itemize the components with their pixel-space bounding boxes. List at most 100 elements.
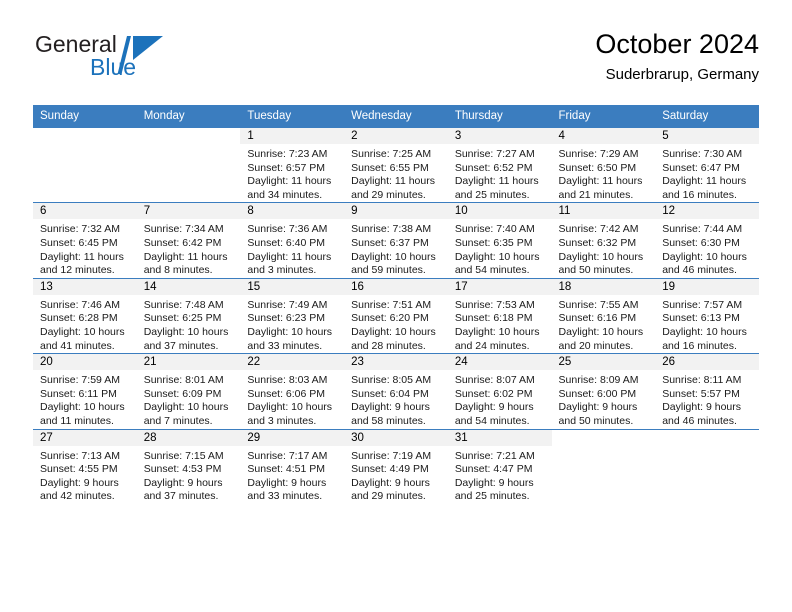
sunset-text: Sunset: 4:55 PM xyxy=(40,463,118,476)
day-cell-inner: 12 Sunrise: 7:44 AM Sunset: 6:30 PM Dayligh… xyxy=(655,203,759,277)
sunrise-text: Sunrise: 7:23 AM xyxy=(247,148,328,160)
calendar-day-cell[interactable]: 6 Sunrise: 7:32 AM Sunset: 6:45 PM Daylight… xyxy=(33,202,137,279)
day-number: 5 xyxy=(655,128,759,144)
day-cell-inner: 6 Sunrise: 7:32 AM Sunset: 6:45 PM Daylight… xyxy=(33,203,137,277)
calendar-day-cell[interactable]: 3 Sunrise: 7:27 AM Sunset: 6:52 PM Daylight… xyxy=(447,128,552,203)
day-cell-inner: 29 Sunrise: 7:17 AM Sunset: 4:51 PM Dayligh… xyxy=(240,429,345,504)
sunset-text: Sunset: 6:45 PM xyxy=(40,236,118,249)
sunset-text: Sunset: 6:09 PM xyxy=(143,387,222,400)
calendar-day-cell[interactable]: 7 Sunrise: 7:34 AM Sunset: 6:42 PM Daylight… xyxy=(136,202,241,279)
day-cell-inner: 15 Sunrise: 7:49 AM Sunset: 6:23 PM Dayligh… xyxy=(240,278,345,353)
calendar-day-cell[interactable]: 23 Sunrise: 8:05 AM Sunset: 6:04 PM Dayligh… xyxy=(344,353,448,429)
day-details: Sunrise: 7:34 AM Sunset: 6:42 PM Daylight:… xyxy=(137,219,241,277)
day-details: Sunrise: 7:21 AM Sunset: 4:47 PM Daylight:… xyxy=(448,446,552,504)
sunrise-text: Sunrise: 7:13 AM xyxy=(40,449,120,462)
day-number: 13 xyxy=(33,278,137,295)
calendar-day-cell[interactable]: 13 Sunrise: 7:46 AM Sunset: 6:28 PM Dayligh… xyxy=(33,277,137,354)
daylight-text-line2: and 16 minutes. xyxy=(662,188,737,201)
calendar-day-cell[interactable]: 1 Sunrise: 7:23 AM Sunset: 6:57 PM Daylight… xyxy=(240,128,345,203)
calendar-day-cell[interactable]: 12 Sunrise: 7:44 AM Sunset: 6:30 PM Dayligh… xyxy=(655,202,759,279)
day-details: Sunrise: 8:01 AM Sunset: 6:09 PM Daylight:… xyxy=(137,370,241,428)
daylight-text-line2: and 3 minutes. xyxy=(247,264,317,277)
day-number: 11 xyxy=(551,203,656,220)
calendar-day-cell[interactable]: 17 Sunrise: 7:53 AM Sunset: 6:18 PM Dayligh… xyxy=(447,277,552,354)
daylight-text-line1: Daylight: 10 hours xyxy=(454,250,540,263)
sunset-text: Sunset: 6:16 PM xyxy=(558,312,637,325)
day-details: Sunrise: 8:05 AM Sunset: 6:04 PM Daylight:… xyxy=(344,370,448,428)
calendar-day-cell[interactable]: 31 Sunrise: 7:21 AM Sunset: 4:47 PM Dayligh… xyxy=(447,428,552,504)
day-number: 21 xyxy=(136,354,241,371)
calendar-day-cell[interactable]: 27 Sunrise: 7:13 AM Sunset: 4:55 PM Dayligh… xyxy=(33,428,137,504)
day-number: 28 xyxy=(136,429,241,446)
calendar-day-cell[interactable]: 21 Sunrise: 8:01 AM Sunset: 6:09 PM Dayligh… xyxy=(136,353,241,429)
daylight-text-line1: Daylight: 10 hours xyxy=(247,401,333,414)
daylight-text-line2: and 42 minutes. xyxy=(40,490,115,503)
calendar-day-cell[interactable]: 5 Sunrise: 7:30 AM Sunset: 6:47 PM Daylight… xyxy=(655,128,759,203)
day-details: Sunrise: 7:36 AM Sunset: 6:40 PM Daylight:… xyxy=(240,219,344,277)
calendar-day-cell[interactable]: 2 Sunrise: 7:25 AM Sunset: 6:55 PM Daylight… xyxy=(344,128,448,203)
sunrise-text: Sunrise: 7:27 AM xyxy=(454,148,535,160)
sunrise-text: Sunrise: 7:49 AM xyxy=(247,298,328,311)
day-cell-inner: 17 Sunrise: 7:53 AM Sunset: 6:18 PM Dayligh… xyxy=(447,278,552,353)
sunset-text: Sunset: 6:47 PM xyxy=(662,161,740,174)
sunset-text: Sunset: 6:52 PM xyxy=(454,161,533,174)
sunrise-text: Sunrise: 7:55 AM xyxy=(558,298,639,311)
calendar-day-cell[interactable]: 28 Sunrise: 7:15 AM Sunset: 4:53 PM Dayligh… xyxy=(136,428,241,504)
calendar-day-cell[interactable]: 9 Sunrise: 7:38 AM Sunset: 6:37 PM Daylight… xyxy=(344,202,448,279)
calendar-day-cell[interactable]: 26 Sunrise: 8:11 AM Sunset: 5:57 PM Dayligh… xyxy=(655,353,759,429)
calendar-day-cell[interactable]: 10 Sunrise: 7:40 AM Sunset: 6:35 PM Dayligh… xyxy=(447,202,552,279)
day-details: Sunrise: 7:25 AM Sunset: 6:55 PM Daylight:… xyxy=(344,144,448,202)
daylight-text-line1: Daylight: 9 hours xyxy=(351,401,430,414)
daylight-text-line1: Daylight: 11 hours xyxy=(454,175,539,188)
daylight-text-line1: Daylight: 9 hours xyxy=(454,401,534,414)
day-details: Sunrise: 7:23 AM Sunset: 6:57 PM Daylight:… xyxy=(240,144,344,202)
day-details: Sunrise: 7:49 AM Sunset: 6:23 PM Daylight:… xyxy=(240,295,344,353)
daylight-text-line2: and 29 minutes. xyxy=(351,490,426,503)
sunrise-text: Sunrise: 7:15 AM xyxy=(143,449,224,462)
day-number: 23 xyxy=(344,354,448,371)
calendar-day-cell[interactable]: 25 Sunrise: 8:09 AM Sunset: 6:00 PM Dayligh… xyxy=(551,353,656,429)
calendar-day-cell[interactable]: 4 Sunrise: 7:29 AM Sunset: 6:50 PM Daylight… xyxy=(551,128,656,203)
calendar-day-cell[interactable]: 11 Sunrise: 7:42 AM Sunset: 6:32 PM Dayligh… xyxy=(551,202,656,279)
day-number: 26 xyxy=(655,354,759,371)
day-number: 2 xyxy=(344,128,448,144)
day-cell-inner: 1 Sunrise: 7:23 AM Sunset: 6:57 PM Daylight… xyxy=(240,128,345,202)
day-number: 24 xyxy=(447,354,552,371)
day-details: Sunrise: 7:46 AM Sunset: 6:28 PM Daylight:… xyxy=(33,295,137,353)
weekday-header-row: Sunday Monday Tuesday Wednesday Thursday… xyxy=(33,105,759,128)
daylight-text-line2: and 46 minutes. xyxy=(662,264,737,277)
day-cell-inner: 9 Sunrise: 7:38 AM Sunset: 6:37 PM Daylight… xyxy=(344,203,448,277)
day-cell-inner: 24 Sunrise: 8:07 AM Sunset: 6:02 PM Dayligh… xyxy=(447,354,552,428)
day-cell-inner: 5 Sunrise: 7:30 AM Sunset: 6:47 PM Daylight… xyxy=(655,128,759,202)
calendar-day-cell[interactable]: 24 Sunrise: 8:07 AM Sunset: 6:02 PM Dayligh… xyxy=(447,353,552,429)
day-details: Sunrise: 7:53 AM Sunset: 6:18 PM Daylight:… xyxy=(448,295,552,353)
day-details: Sunrise: 7:27 AM Sunset: 6:52 PM Daylight:… xyxy=(448,144,552,202)
calendar-day-cell[interactable]: 8 Sunrise: 7:36 AM Sunset: 6:40 PM Daylight… xyxy=(240,202,345,279)
weekday-header-saturday: Saturday xyxy=(655,105,759,128)
calendar-day-cell[interactable]: 20 Sunrise: 7:59 AM Sunset: 6:11 PM Dayligh… xyxy=(33,353,137,429)
daylight-text-line1: Daylight: 9 hours xyxy=(454,476,534,489)
day-number: 29 xyxy=(240,429,345,446)
daylight-text-line1: Daylight: 10 hours xyxy=(351,250,436,263)
day-cell-inner: 13 Sunrise: 7:46 AM Sunset: 6:28 PM Dayligh… xyxy=(33,278,137,353)
calendar-day-cell[interactable]: 15 Sunrise: 7:49 AM Sunset: 6:23 PM Dayligh… xyxy=(240,277,345,354)
daylight-text-line1: Daylight: 10 hours xyxy=(143,325,229,338)
day-details: Sunrise: 7:55 AM Sunset: 6:16 PM Daylight:… xyxy=(552,295,656,353)
sunrise-text: Sunrise: 7:44 AM xyxy=(662,223,743,236)
calendar-day-cell[interactable]: 30 Sunrise: 7:19 AM Sunset: 4:49 PM Dayligh… xyxy=(344,428,448,504)
daylight-text-line2: and 37 minutes. xyxy=(143,339,219,352)
calendar-day-cell[interactable]: 14 Sunrise: 7:48 AM Sunset: 6:25 PM Dayligh… xyxy=(136,277,241,354)
daylight-text-line2: and 58 minutes. xyxy=(351,414,426,427)
calendar-day-cell[interactable]: 18 Sunrise: 7:55 AM Sunset: 6:16 PM Dayligh… xyxy=(551,277,656,354)
day-number: 14 xyxy=(136,278,241,295)
calendar-day-cell[interactable]: 29 Sunrise: 7:17 AM Sunset: 4:51 PM Dayligh… xyxy=(240,428,345,504)
daylight-text-line2: and 37 minutes. xyxy=(143,490,219,503)
general-blue-logo[interactable]: General Blue xyxy=(33,28,253,90)
daylight-text-line1: Daylight: 10 hours xyxy=(40,325,125,338)
calendar-day-cell[interactable]: 16 Sunrise: 7:51 AM Sunset: 6:20 PM Dayligh… xyxy=(344,277,448,354)
calendar-day-cell[interactable]: 22 Sunrise: 8:03 AM Sunset: 6:06 PM Dayligh… xyxy=(240,353,345,429)
sunset-text: Sunset: 6:30 PM xyxy=(662,236,740,249)
daylight-text-line1: Daylight: 9 hours xyxy=(662,401,742,414)
calendar-day-cell[interactable]: 19 Sunrise: 7:57 AM Sunset: 6:13 PM Dayligh… xyxy=(655,277,759,354)
sunrise-text: Sunrise: 7:38 AM xyxy=(351,223,432,236)
